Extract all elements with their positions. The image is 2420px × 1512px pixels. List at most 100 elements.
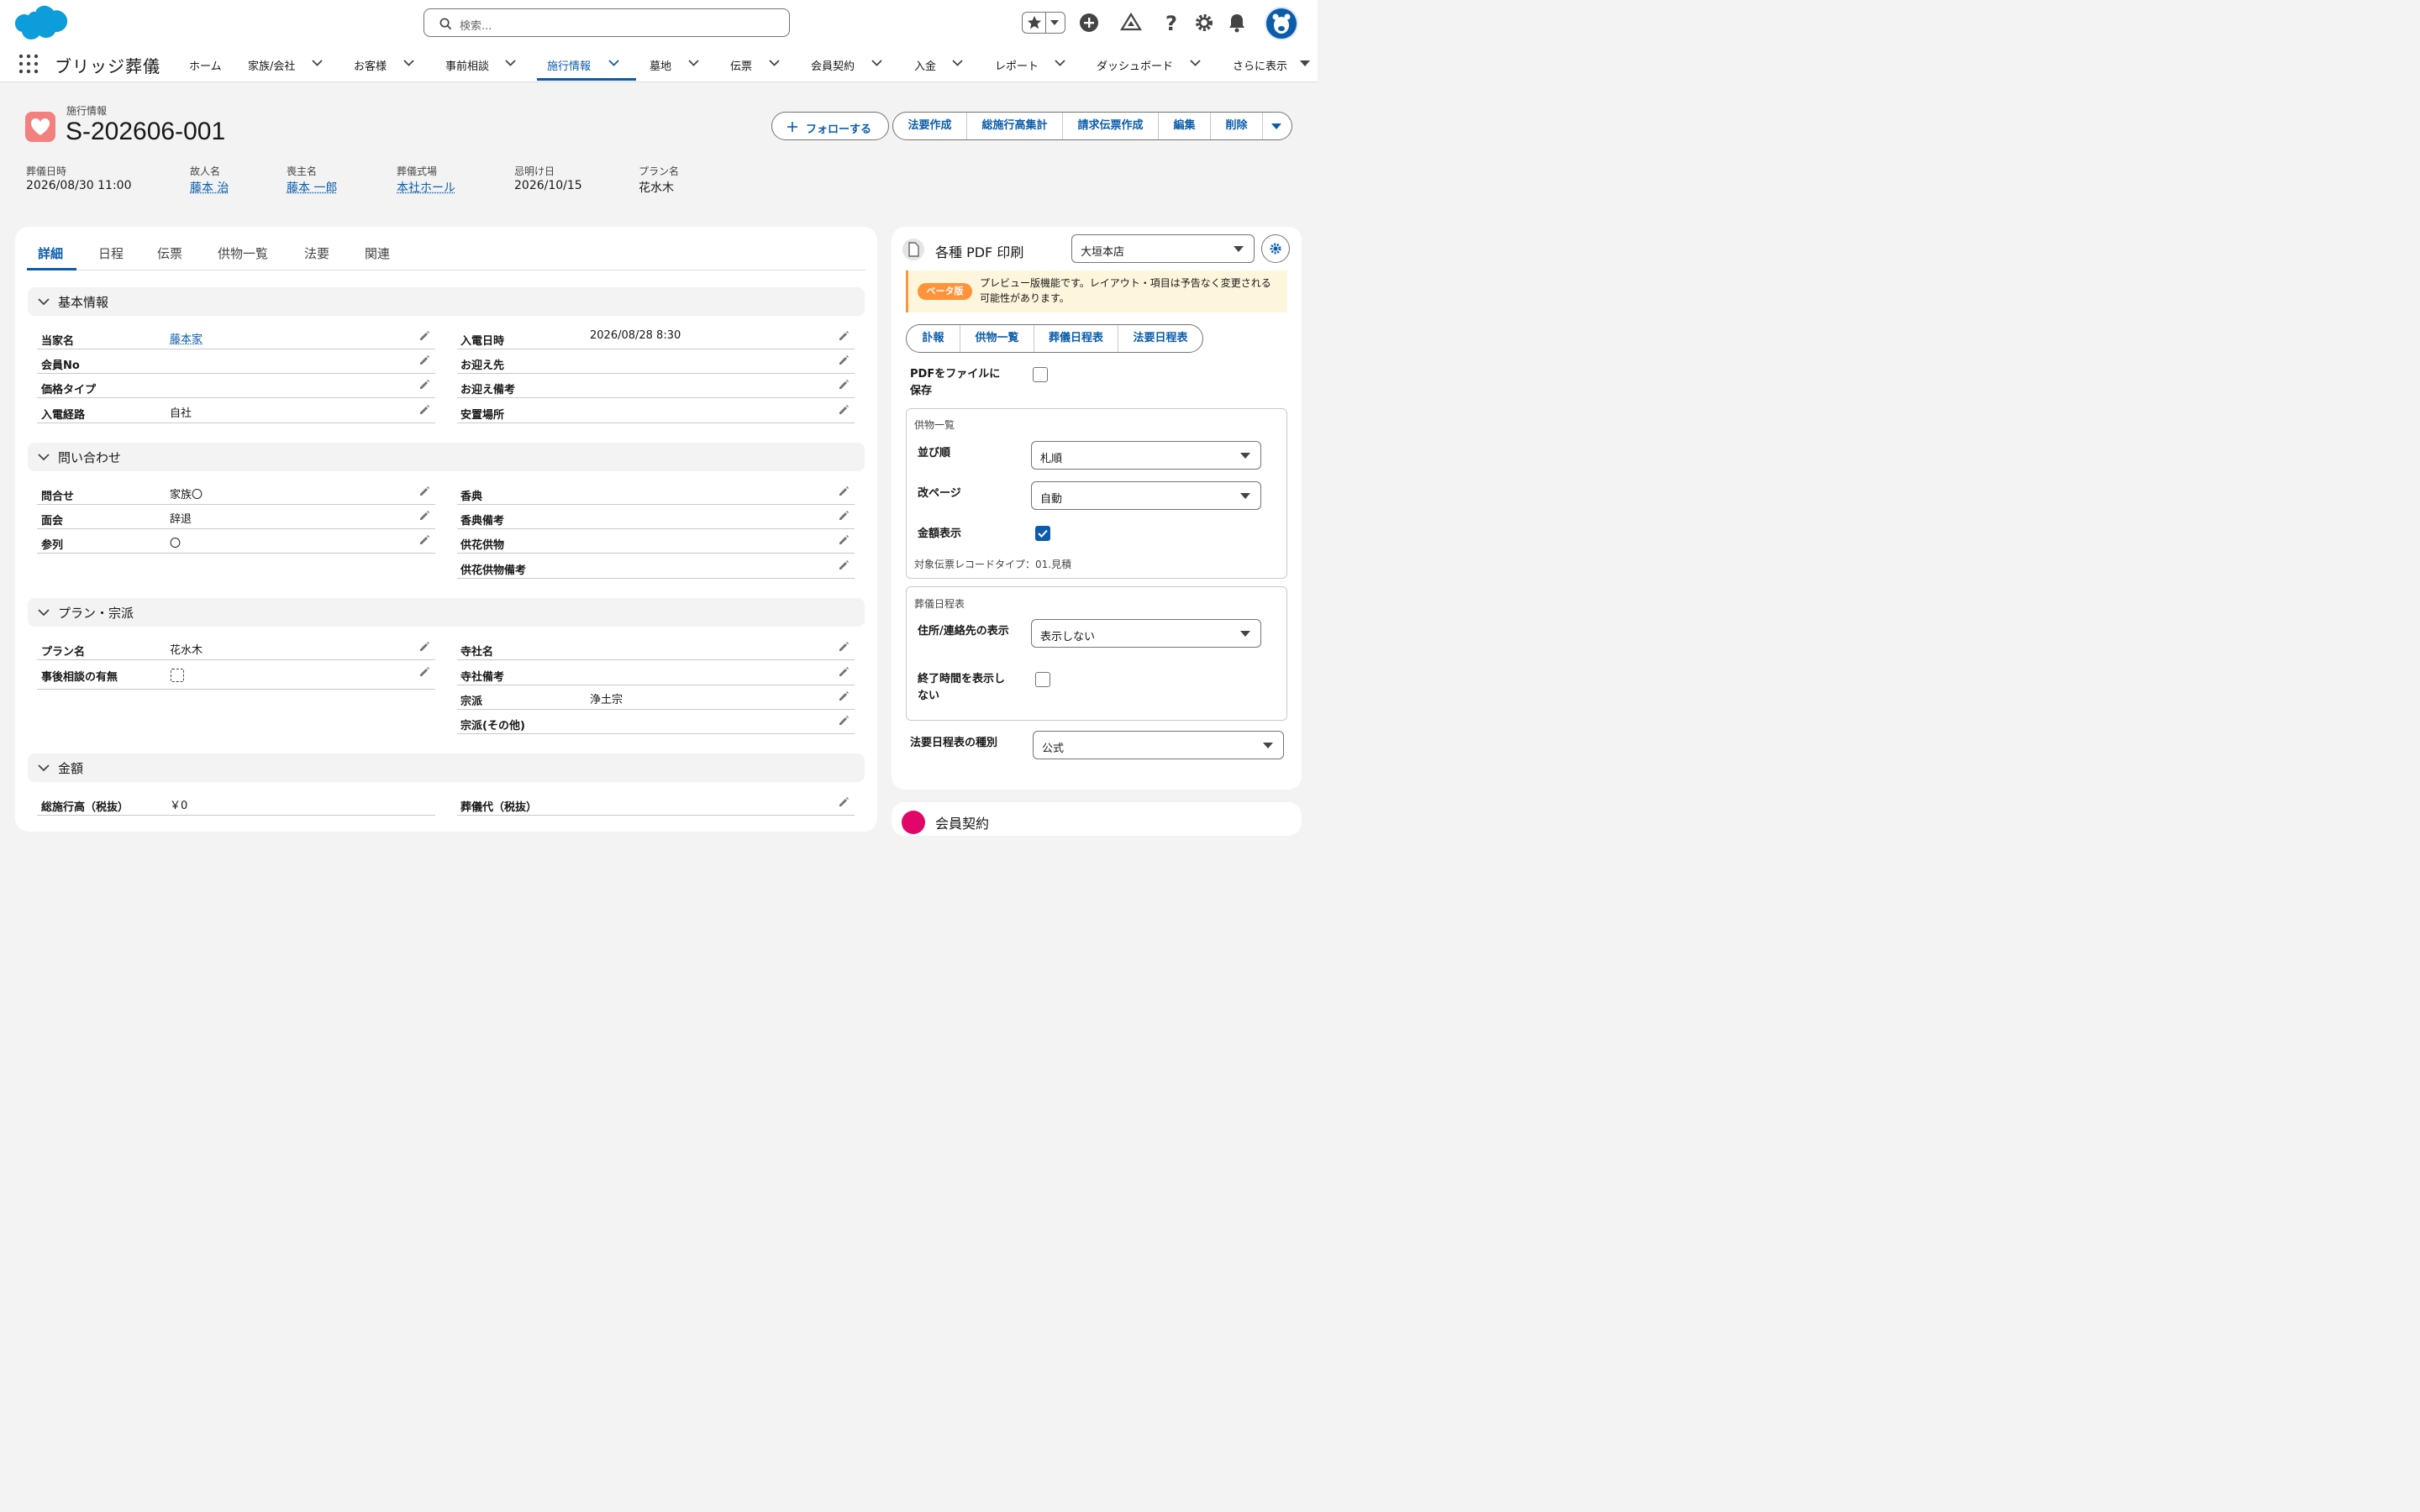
hide-end-time-checkbox[interactable] (1035, 672, 1050, 687)
app-launcher-icon[interactable] (18, 54, 39, 74)
global-search[interactable]: 検索... (424, 8, 790, 37)
more-chevron-icon[interactable] (1300, 60, 1310, 66)
edit-pencil-icon[interactable] (838, 690, 850, 702)
search-placeholder: 検索... (460, 20, 492, 33)
edit-pencil-icon[interactable] (838, 641, 850, 653)
edit-pencil-icon[interactable] (838, 354, 850, 366)
gear-icon[interactable] (1193, 12, 1215, 34)
chevron-down-icon[interactable] (608, 59, 619, 67)
nav-reports[interactable]: レポート (995, 57, 1039, 73)
edit-pencil-icon[interactable] (418, 510, 430, 522)
edit-pencil-icon[interactable] (418, 666, 430, 678)
chevron-down-icon[interactable] (312, 59, 323, 67)
field-divider (457, 659, 855, 660)
nav-dashboards[interactable]: ダッシュボード (1097, 57, 1173, 73)
edit-pencil-icon[interactable] (838, 534, 850, 546)
field-label: 安置場所 (460, 409, 505, 422)
help-icon[interactable]: ? (1160, 12, 1182, 34)
edit-pencil-icon[interactable] (418, 641, 430, 653)
edit-pencil-icon[interactable] (418, 404, 430, 416)
edit-pencil-icon[interactable] (838, 404, 850, 416)
edit-pencil-icon[interactable] (418, 486, 430, 497)
memorial-type-select[interactable]: 公式 (1033, 731, 1284, 759)
add-icon[interactable] (1078, 12, 1100, 34)
edit-pencil-icon[interactable] (838, 379, 850, 391)
hl-deceased-link[interactable]: 藤本 治 (190, 179, 229, 196)
pdf-tab-memorial-schedule[interactable]: 法要日程表 (1118, 325, 1202, 352)
pdf-tab-funeral-schedule[interactable]: 葬儀日程表 (1034, 325, 1118, 352)
section-inquiry[interactable]: 問い合わせ (28, 443, 865, 471)
chevron-down-icon[interactable] (403, 59, 414, 67)
edit-pencil-icon[interactable] (418, 330, 430, 342)
favorites-button[interactable] (1022, 12, 1065, 34)
nav-customers[interactable]: お客様 (354, 57, 387, 73)
delete-button[interactable]: 削除 (1211, 113, 1263, 139)
field-divider (457, 528, 855, 529)
field-value: 2026/08/28 8:30 (590, 329, 681, 342)
create-invoice-button[interactable]: 請求伝票作成 (1063, 113, 1159, 139)
family-name-link[interactable]: 藤本家 (170, 330, 203, 346)
chevron-down-icon[interactable] (1190, 59, 1201, 67)
chevron-down-icon[interactable] (871, 59, 882, 67)
create-memorial-button[interactable]: 法要作成 (893, 113, 967, 139)
edit-pencil-icon[interactable] (838, 715, 850, 727)
tab-offerings[interactable]: 供物一覧 (218, 244, 268, 262)
user-avatar[interactable] (1265, 7, 1298, 40)
edit-pencil-icon[interactable] (838, 510, 850, 522)
heart-icon (30, 118, 50, 135)
section-basic-info[interactable]: 基本情報 (28, 287, 865, 316)
tab-related[interactable]: 関連 (365, 244, 390, 262)
edit-pencil-icon[interactable] (418, 354, 430, 366)
edit-pencil-icon[interactable] (838, 666, 850, 678)
edit-button[interactable]: 編集 (1159, 113, 1211, 139)
trailhead-icon[interactable] (1120, 12, 1142, 34)
hl-chief-mourner-link[interactable]: 藤本 一郎 (287, 179, 337, 196)
nav-home[interactable]: ホーム (189, 57, 222, 73)
edit-pencil-icon[interactable] (418, 534, 430, 546)
branch-select[interactable]: 大垣本店 (1071, 234, 1255, 263)
nav-family-company[interactable]: 家族/会社 (248, 57, 295, 73)
nav-more[interactable]: さらに表示 (1233, 57, 1287, 73)
nav-slips[interactable]: 伝票 (730, 57, 752, 73)
chevron-down-icon[interactable] (688, 59, 699, 67)
hl-venue-link[interactable]: 本社ホール (397, 179, 455, 196)
tab-details[interactable]: 詳細 (38, 244, 63, 262)
address-display-select[interactable]: 表示しない (1031, 619, 1261, 648)
chevron-down-icon[interactable] (952, 59, 963, 67)
chevron-down-icon[interactable] (505, 59, 516, 67)
pagebreak-select[interactable]: 自動 (1031, 481, 1261, 510)
save-pdf-checkbox[interactable] (1033, 367, 1048, 382)
pdf-tab-offerings[interactable]: 供物一覧 (960, 325, 1034, 352)
tab-memorial[interactable]: 法要 (304, 244, 329, 262)
nav-cemetery[interactable]: 墓地 (650, 57, 671, 73)
tab-slips[interactable]: 伝票 (157, 244, 182, 262)
edit-pencil-icon[interactable] (838, 796, 850, 808)
nav-pre-consult[interactable]: 事前相談 (445, 57, 489, 73)
bell-icon[interactable] (1226, 12, 1248, 34)
record-type-note: 対象伝票レコードタイプ：01.見積 (914, 559, 1072, 570)
salesforce-logo[interactable] (13, 5, 69, 42)
section-amount[interactable]: 金額 (28, 753, 865, 782)
section-plan-religion[interactable]: プラン・宗派 (28, 598, 865, 627)
field-divider (37, 689, 435, 690)
field-value: 家族〇 (170, 489, 203, 501)
pdf-settings-button[interactable] (1261, 234, 1290, 263)
follow-button[interactable]: フォローする (771, 112, 889, 140)
total-sales-button[interactable]: 総施行高集計 (967, 113, 1063, 139)
more-actions-button[interactable] (1263, 113, 1292, 139)
chevron-down-icon[interactable] (769, 59, 780, 67)
edit-pencil-icon[interactable] (838, 559, 850, 571)
order-select[interactable]: 札順 (1031, 441, 1261, 470)
nav-service-info[interactable]: 施行情報 (547, 57, 591, 73)
tab-active-indicator (27, 268, 76, 270)
amount-display-checkbox[interactable] (1035, 526, 1050, 541)
tab-schedule[interactable]: 日程 (98, 244, 124, 262)
edit-pencil-icon[interactable] (418, 379, 430, 391)
pdf-tab-obituary[interactable]: 訃報 (907, 325, 960, 352)
edit-pencil-icon[interactable] (838, 486, 850, 497)
detail-card (15, 227, 877, 832)
edit-pencil-icon[interactable] (838, 330, 850, 342)
nav-payments[interactable]: 入金 (914, 57, 936, 73)
chevron-down-icon[interactable] (1055, 59, 1065, 67)
nav-membership[interactable]: 会員契約 (811, 57, 855, 73)
